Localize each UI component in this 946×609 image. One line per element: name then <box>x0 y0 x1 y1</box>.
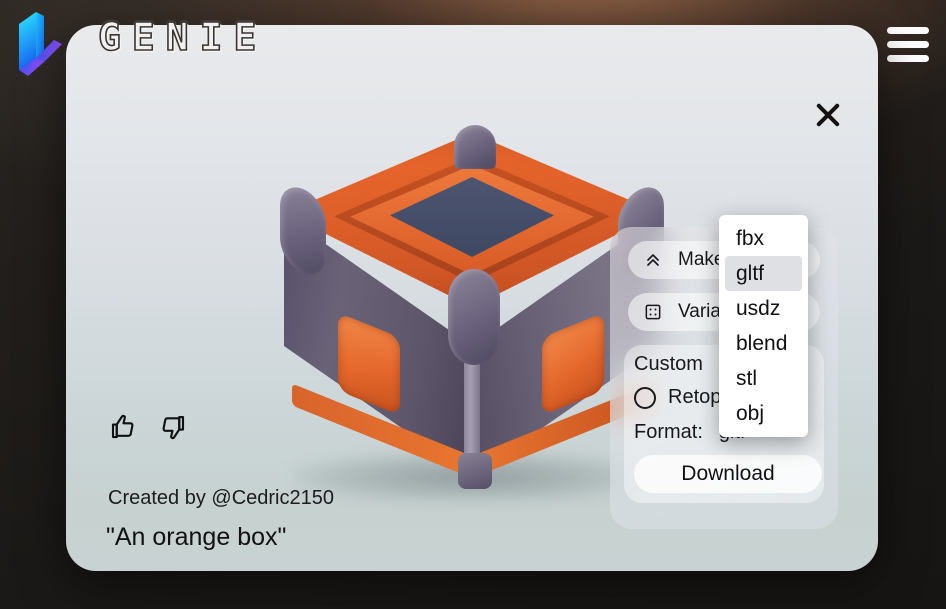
format-option-fbx[interactable]: fbx <box>725 221 802 256</box>
app-root: Created by @Cedric2150 "An orange box" M… <box>0 0 946 609</box>
dice-variations-icon <box>642 301 664 323</box>
format-option-stl[interactable]: stl <box>725 361 802 396</box>
format-option-blend[interactable]: blend <box>725 326 802 361</box>
radio-unchecked-icon[interactable] <box>634 386 656 409</box>
hamburger-bar <box>887 55 929 62</box>
thumbs-up-icon[interactable] <box>106 410 140 444</box>
make-button-label: Make <box>678 249 725 270</box>
close-x-icon[interactable] <box>808 95 848 135</box>
hamburger-bar <box>887 27 929 34</box>
model-author: Created by @Cedric2150 <box>108 487 334 509</box>
download-button[interactable]: Download <box>634 455 822 493</box>
format-dropdown-list[interactable]: fbx gltf usdz blend stl obj <box>719 215 808 437</box>
feedback-controls <box>106 410 190 444</box>
model-prompt: "An orange box" <box>106 523 287 551</box>
crate-foot <box>458 453 492 489</box>
format-label: Format: <box>634 420 703 443</box>
crate-corner-front <box>448 269 500 365</box>
thumbs-down-icon[interactable] <box>156 410 190 444</box>
format-option-obj[interactable]: obj <box>725 396 802 431</box>
hamburger-menu-icon[interactable] <box>887 27 929 62</box>
variations-button-label: Varia <box>678 301 721 322</box>
crate-corner-back <box>454 125 496 169</box>
retopologize-label: Retop <box>668 386 722 408</box>
format-option-usdz[interactable]: usdz <box>725 291 802 326</box>
double-chevron-up-icon <box>642 249 664 271</box>
format-option-gltf[interactable]: gltf <box>725 256 802 291</box>
hamburger-bar <box>887 41 929 48</box>
